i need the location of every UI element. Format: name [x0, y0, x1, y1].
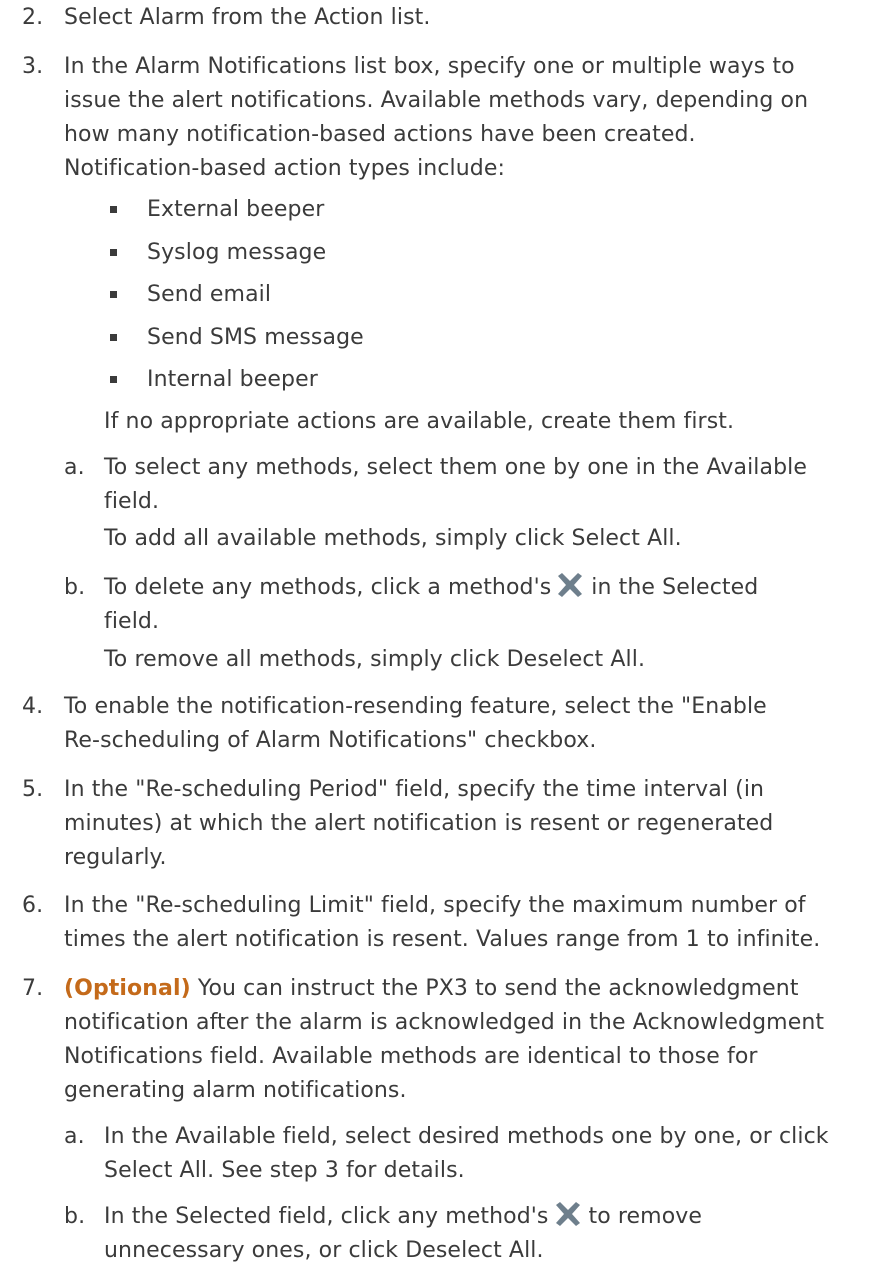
substep-text-pre: To delete any methods, click a method's [104, 575, 552, 600]
optional-label: (Optional) [64, 976, 191, 1001]
step-text: Select Alarm from the Action list. [64, 5, 431, 30]
step-number: 7. [22, 976, 44, 1001]
bullet-item: External beeper [147, 197, 325, 222]
paragraph-text: To add all available methods, simply cli… [104, 526, 682, 551]
step-text: Notification-based action types include: [64, 156, 506, 181]
substep-letter: b. [64, 575, 86, 600]
step-text: times the alert notification is resent. … [64, 927, 821, 952]
close-x-icon [558, 573, 583, 597]
substep-text-pre: In the Selected field, click any method'… [104, 1204, 549, 1229]
step-text: Re-scheduling of Alarm Notifications" ch… [64, 728, 597, 753]
bullet-marker [110, 334, 117, 341]
substep-text: In the Selected field, click any method'… [104, 1200, 702, 1234]
substep-letter: b. [64, 1204, 86, 1229]
substep-text-post: to remove [588, 1204, 703, 1229]
bullet-item: Send SMS message [147, 325, 364, 350]
step-text: (Optional) You can instruct the PX3 to s… [64, 972, 799, 1006]
bullet-marker [110, 249, 117, 256]
step-text: how many notification-based actions have… [64, 122, 696, 147]
paragraph-text: To remove all methods, simply click Dese… [104, 647, 646, 672]
step-text: notification after the alarm is acknowle… [64, 1010, 825, 1035]
step-text: To enable the notification-resending fea… [64, 694, 767, 719]
substep-letter: a. [64, 455, 85, 480]
step-number: 5. [22, 777, 44, 802]
substep-text: field. [104, 489, 160, 514]
bullet-marker [110, 376, 117, 383]
step-text: regularly. [64, 845, 167, 870]
step-text: minutes) at which the alert notification… [64, 811, 774, 836]
paragraph-text: If no appropriate actions are available,… [104, 409, 735, 434]
substep-text-post: in the Selected [591, 575, 759, 600]
substep-letter: a. [64, 1124, 85, 1149]
step-text: In the "Re-scheduling Period" field, spe… [64, 777, 765, 802]
bullet-marker [110, 206, 117, 213]
step-text: In the Alarm Notifications list box, spe… [64, 54, 795, 79]
bullet-item: Internal beeper [147, 367, 318, 392]
step-number: 3. [22, 54, 44, 79]
substep-text: unnecessary ones, or click Deselect All. [104, 1238, 544, 1263]
step-number: 4. [22, 694, 44, 719]
close-x-icon [555, 1202, 580, 1226]
substep-text: To select any methods, select them one b… [104, 455, 808, 480]
substep-text: In the Available field, select desired m… [104, 1124, 829, 1149]
step-number: 6. [22, 893, 44, 918]
bullet-item: Send email [147, 282, 272, 307]
bullet-marker [110, 291, 117, 298]
bullet-item: Syslog message [147, 240, 327, 265]
substep-text: To delete any methods, click a method's i… [104, 571, 758, 605]
substep-text: Select All. See step 3 for details. [104, 1158, 465, 1183]
step-number: 2. [22, 5, 44, 30]
step-text: Notifications field. Available methods a… [64, 1044, 758, 1069]
step-text-rest: You can instruct the PX3 to send the ack… [190, 976, 799, 1001]
step-text: generating alarm notifications. [64, 1078, 407, 1103]
step-text: issue the alert notifications. Available… [64, 88, 809, 113]
step-text: In the "Re-scheduling Limit" field, spec… [64, 893, 806, 918]
substep-text: field. [104, 609, 160, 634]
